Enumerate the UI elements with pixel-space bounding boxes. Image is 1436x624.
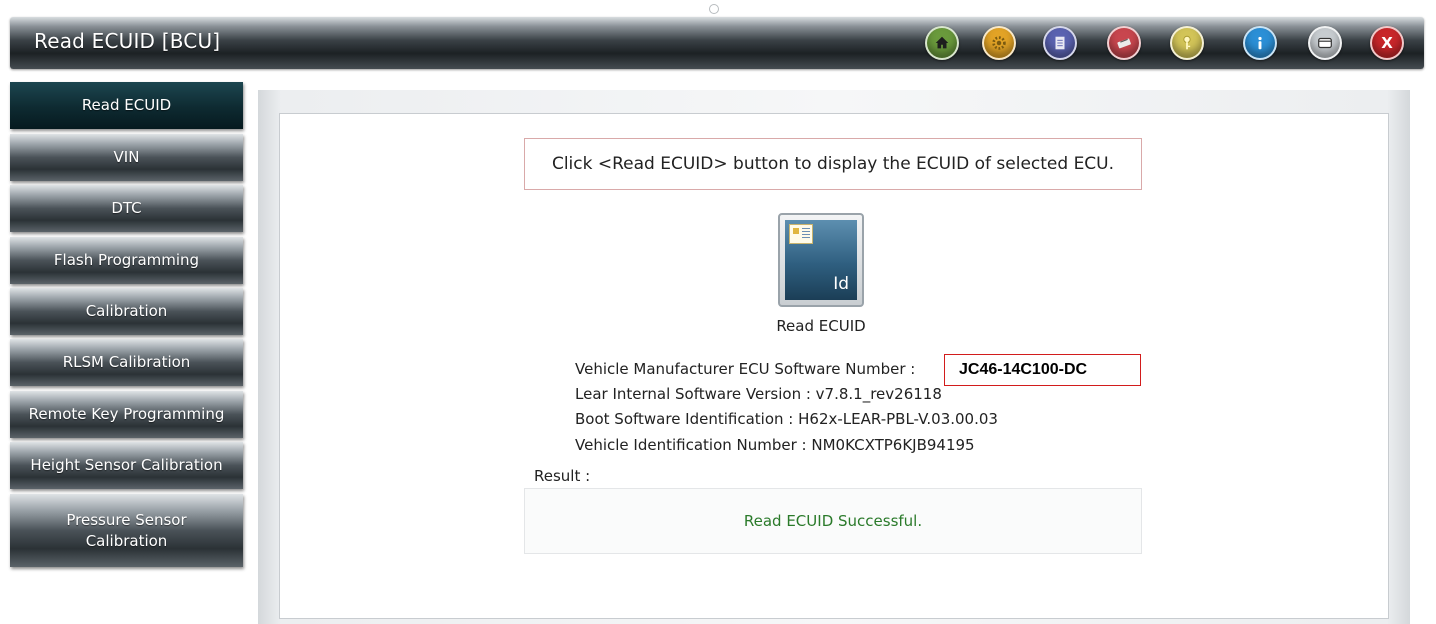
result-label: Result : [534,467,591,485]
sidebar-item-read-ecuid[interactable]: Read ECUID [10,82,243,129]
close-icon[interactable]: X [1370,26,1404,60]
read-ecuid-icon: Id [785,220,857,300]
sidebar-item-label: VIN [113,148,140,166]
sidebar-item-label: RLSM Calibration [62,353,191,371]
instruction-text: Click <Read ECUID> button to display the… [524,138,1142,190]
sidebar-item-label: DTC [111,199,142,217]
window-icon[interactable] [1308,26,1342,60]
settings-icon[interactable] [982,26,1016,60]
sidebar-item-height-sensor-calibration[interactable]: Height Sensor Calibration [10,442,243,489]
sidebar-item-label: Flash Programming [53,251,200,269]
document-icon [789,224,813,244]
read-ecuid-button[interactable]: Id [778,213,864,307]
sidebar-item-label: Remote Key Programming [28,405,225,423]
sidebar-item-calibration[interactable]: Calibration [10,288,243,335]
vehicle-identification-number: Vehicle Identification Number : NM0KCXTP… [575,436,975,454]
key-icon[interactable] [1170,26,1204,60]
home-icon[interactable] [925,26,959,60]
sidebar-item-label: Pressure Sensor Calibration [66,510,187,550]
sidebar-item-flash-programming[interactable]: Flash Programming [10,237,243,284]
result-box: Read ECUID Successful. [524,488,1142,554]
sidebar-item-pressure-sensor-calibration[interactable]: Pressure Sensor Calibration [10,494,243,567]
sidebar-item-rlsm-calibration[interactable]: RLSM Calibration [10,339,243,386]
window-title: Read ECUID [BCU] [34,29,221,53]
top-notch [709,4,719,14]
lear-software-version: Lear Internal Software Version : v7.8.1_… [575,385,942,403]
read-ecuid-label: Read ECUID [776,317,866,335]
boot-software-id: Boot Software Identification : H62x-LEAR… [575,410,998,428]
sidebar-item-vin[interactable]: VIN [10,134,243,181]
sidebar-item-label: Calibration [85,302,168,320]
info-icon[interactable] [1243,26,1277,60]
result-message: Read ECUID Successful. [743,512,923,530]
title-bar: Read ECUID [BCU] X [10,17,1424,69]
vci-icon[interactable] [1107,26,1141,60]
sw-number-label: Vehicle Manufacturer ECU Software Number… [575,360,916,378]
notes-icon[interactable] [1043,26,1077,60]
sidebar-item-label: Read ECUID [81,96,172,114]
sw-number-text: JC46-14C100-DC [959,361,1088,378]
close-icon-glyph: X [1381,34,1393,52]
sw-number-value: JC46-14C100-DC [944,354,1141,386]
sidebar-item-dtc[interactable]: DTC [10,185,243,232]
sidebar-item-remote-key-programming[interactable]: Remote Key Programming [10,391,243,438]
id-icon-text: Id [833,274,849,294]
sidebar-item-label: Height Sensor Calibration [30,456,223,474]
